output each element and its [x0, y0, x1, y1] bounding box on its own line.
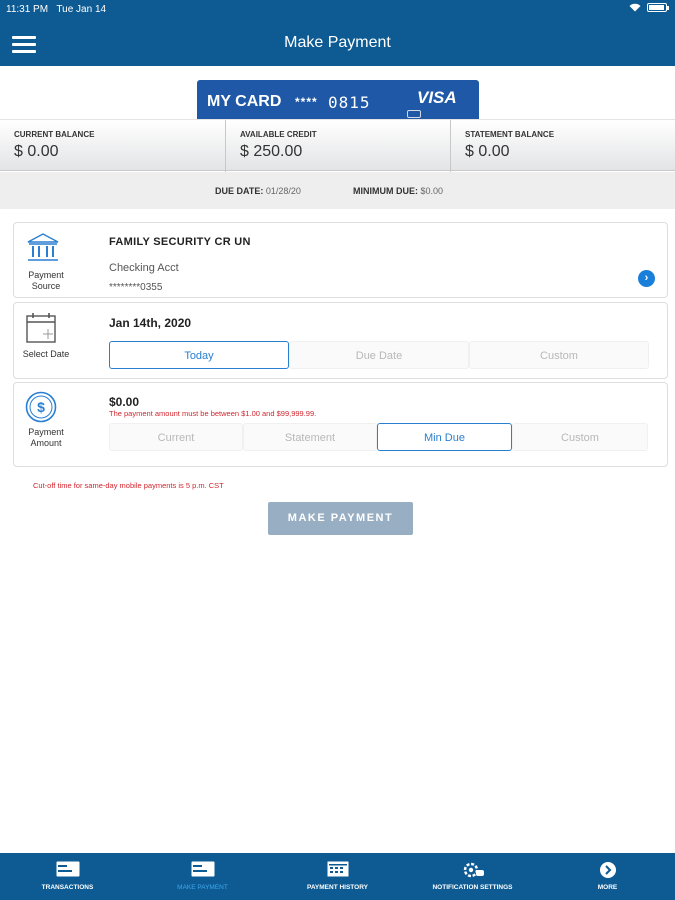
svg-text:$: $: [37, 399, 45, 415]
balance-summary: CURRENT BALANCE $ 0.00 AVAILABLE CREDIT …: [0, 119, 675, 172]
source-account-number: ********0355: [109, 282, 163, 293]
card-icon: [191, 861, 214, 877]
bottom-nav: TRANSACTIONS MAKE PAYMENT PAYMENT HISTOR…: [0, 853, 675, 900]
current-balance: CURRENT BALANCE $ 0.00: [14, 130, 95, 160]
app-header: 11:31 PM Tue Jan 14 Make Payment: [0, 0, 675, 66]
amount-option-custom[interactable]: Custom: [512, 423, 648, 451]
selected-date: Jan 14th, 2020: [109, 316, 192, 330]
card-chip-icon: [407, 110, 421, 118]
select-date-panel: Select Date Jan 14th, 2020 Today Due Dat…: [13, 302, 668, 379]
due-date: DUE DATE: 01/28/20: [215, 186, 301, 196]
payment-source-label: Payment Source: [28, 270, 64, 291]
source-account-type: Checking Acct: [109, 262, 179, 274]
page-title: Make Payment: [284, 34, 391, 51]
chevron-right-icon[interactable]: ›: [638, 270, 655, 287]
nav-transactions[interactable]: TRANSACTIONS: [0, 853, 135, 900]
payment-source-panel[interactable]: Payment Source FAMILY SECURITY CR UN Che…: [13, 222, 668, 298]
nav-notification-settings[interactable]: NOTIFICATION SETTINGS: [405, 853, 540, 900]
select-date-label: Select Date: [22, 349, 70, 359]
statement-balance: STATEMENT BALANCE $ 0.00: [450, 120, 675, 172]
available-credit: AVAILABLE CREDIT $ 250.00: [225, 120, 450, 172]
payment-amount-label: Payment Amount: [28, 427, 64, 448]
cutoff-notice: Cut-off time for same-day mobile payment…: [33, 481, 224, 490]
amount-option-statement[interactable]: Statement: [243, 423, 377, 451]
calendar-icon: [327, 861, 348, 877]
status-bar: 11:31 PM Tue Jan 14: [0, 0, 675, 18]
bank-icon: [27, 233, 59, 261]
chevron-circle-icon: [599, 862, 616, 878]
source-institution: FAMILY SECURITY CR UN: [109, 236, 251, 248]
dollar-coin-icon: $: [25, 391, 57, 423]
amount-option-current[interactable]: Current: [109, 423, 243, 451]
status-icons: [629, 3, 669, 12]
payment-amount-panel: $ Payment Amount $0.00 The payment amoun…: [13, 382, 668, 467]
amount-error-message: The payment amount must be between $1.00…: [109, 409, 317, 418]
date-option-due-date[interactable]: Due Date: [289, 341, 469, 369]
amount-option-min-due[interactable]: Min Due: [377, 423, 512, 451]
minimum-due: MINIMUM DUE: $0.00: [353, 186, 444, 196]
status-time: 11:31 PM Tue Jan 14: [6, 4, 107, 15]
date-option-custom[interactable]: Custom: [469, 341, 649, 369]
make-payment-button[interactable]: MAKE PAYMENT: [268, 502, 413, 535]
payment-amount-value[interactable]: $0.00: [109, 395, 139, 409]
visa-logo: VISA: [417, 88, 457, 107]
card-mask: ****: [295, 95, 318, 109]
card-image: MY CARD **** 0815 VISA: [197, 80, 479, 120]
date-option-today[interactable]: Today: [109, 341, 289, 369]
wifi-icon: [629, 3, 641, 12]
card-icon: [56, 861, 79, 877]
nav-more[interactable]: MORE: [540, 853, 675, 900]
nav-payment-history[interactable]: PAYMENT HISTORY: [270, 853, 405, 900]
gear-bubble-icon: [463, 862, 484, 878]
calendar-icon: [26, 313, 56, 343]
nav-make-payment[interactable]: MAKE PAYMENT: [135, 853, 270, 900]
due-info-bar: DUE DATE: 01/28/20 MINIMUM DUE: $0.00: [0, 172, 675, 209]
card-last4: 0815: [328, 93, 371, 112]
battery-icon: [647, 3, 669, 12]
card-name: MY CARD: [207, 93, 282, 110]
